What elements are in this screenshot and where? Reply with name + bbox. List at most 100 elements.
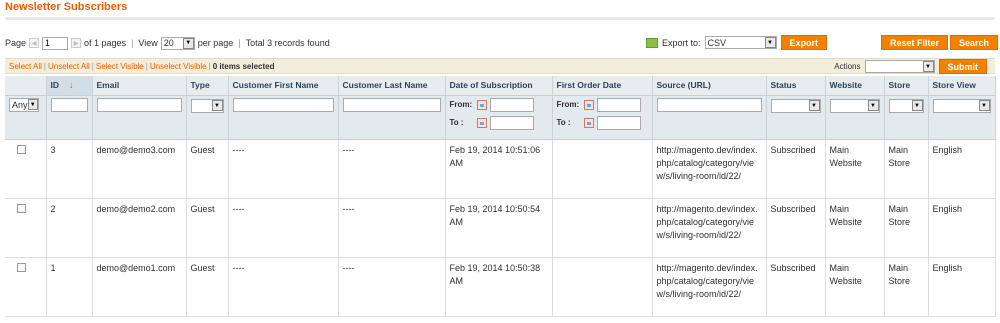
export-format-select[interactable]: CSV ▼: [704, 36, 777, 49]
cell-last-name: ----: [338, 257, 446, 317]
col-source[interactable]: Source (URL): [652, 76, 767, 96]
table-row[interactable]: 1 demo@demo1.com Guest ---- ---- Feb 19,…: [5, 257, 996, 317]
actions-select[interactable]: ▼: [864, 60, 935, 73]
date-to-input[interactable]: [489, 115, 534, 130]
row-checkbox[interactable]: [17, 262, 26, 272]
export-controls: Export to: CSV ▼ Export: [646, 35, 828, 50]
subscribers-grid: ID ↓ Email Type Customer First Name Custo…: [5, 76, 996, 317]
page-number-input[interactable]: [42, 36, 69, 50]
calendar-icon[interactable]: [476, 99, 487, 110]
last-name-filter-input[interactable]: [342, 97, 441, 112]
cell-store: Main Store: [884, 139, 929, 199]
cell-last-name: ----: [338, 198, 446, 258]
row-checkbox[interactable]: [17, 203, 26, 213]
export-button[interactable]: Export: [780, 35, 828, 50]
cell-status: Subscribed: [766, 257, 826, 317]
chevron-down-icon: ▼: [867, 100, 879, 111]
col-store-view[interactable]: Store View: [928, 76, 996, 96]
cell-source: http://magento.dev/index.php/catalog/cat…: [652, 139, 767, 199]
reset-filter-button[interactable]: Reset Filter: [881, 35, 949, 50]
cell-id: 1: [46, 257, 93, 317]
calendar-icon[interactable]: [583, 117, 594, 128]
select-all-link[interactable]: Select All: [9, 62, 42, 71]
cell-email: demo@demo1.com: [92, 257, 187, 317]
col-store[interactable]: Store: [884, 76, 929, 96]
cell-status: Subscribed: [766, 198, 826, 258]
order-to-input[interactable]: [596, 115, 641, 130]
select-visible-link[interactable]: Select Visible: [96, 62, 144, 71]
calendar-icon[interactable]: [476, 117, 487, 128]
date-from-label: From:: [449, 100, 473, 109]
unselect-visible-link[interactable]: Unselect Visible: [150, 62, 207, 71]
cell-type: Guest: [186, 198, 229, 258]
cell-date: Feb 19, 2014 10:51:06 AM: [445, 139, 553, 199]
cell-email: demo@demo3.com: [92, 139, 187, 199]
order-to-label: To :: [556, 118, 571, 127]
unselect-all-link[interactable]: Unselect All: [48, 62, 90, 71]
cell-id: 2: [46, 198, 93, 258]
table-row[interactable]: 3 demo@demo3.com Guest ---- ---- Feb 19,…: [5, 139, 996, 199]
col-first-name[interactable]: Customer First Name: [228, 76, 339, 96]
sort-desc-icon: ↓: [69, 80, 74, 91]
cell-store-view: English: [928, 257, 996, 317]
calendar-icon[interactable]: [583, 99, 594, 110]
chevron-down-icon: ▼: [764, 37, 776, 48]
filter-row: Any ▼ ▼ From: To : From: To : ▼ ▼ ▼ ▼: [5, 95, 996, 140]
table-row[interactable]: 2 demo@demo2.com Guest ---- ---- Feb 19,…: [5, 198, 996, 258]
cell-id: 3: [46, 139, 93, 199]
submit-button[interactable]: Submit: [938, 59, 987, 74]
date-from-input[interactable]: [489, 97, 534, 112]
col-last-name[interactable]: Customer Last Name: [338, 76, 446, 96]
col-email[interactable]: Email: [92, 76, 187, 96]
cell-website: Main Website: [825, 139, 885, 199]
cell-website: Main Website: [825, 198, 885, 258]
status-filter-select[interactable]: ▼: [770, 98, 821, 113]
col-date[interactable]: Date of Subscription: [445, 76, 553, 96]
cell-type: Guest: [186, 139, 229, 199]
export-icon: [646, 37, 658, 48]
title-divider: [5, 17, 995, 20]
cell-email: demo@demo2.com: [92, 198, 187, 258]
order-from-input[interactable]: [596, 97, 641, 112]
chevron-down-icon: ▼: [211, 100, 223, 111]
pager: Page ◀ ▶ of 1 pages | View 20 ▼ per page…: [5, 36, 330, 50]
cell-last-name: ----: [338, 139, 446, 199]
per-page-select[interactable]: 20 ▼: [160, 36, 195, 50]
first-name-filter-input[interactable]: [232, 97, 334, 112]
order-from-label: From:: [556, 100, 580, 109]
prev-page-icon[interactable]: ◀: [29, 38, 40, 48]
col-id[interactable]: ID ↓: [46, 76, 93, 96]
store-filter-select[interactable]: ▼: [888, 98, 924, 113]
col-website[interactable]: Website: [825, 76, 885, 96]
chevron-down-icon: ▼: [808, 100, 820, 111]
store-view-filter-select[interactable]: ▼: [932, 98, 991, 113]
cell-source: http://magento.dev/index.php/catalog/cat…: [652, 257, 767, 317]
col-status[interactable]: Status: [766, 76, 826, 96]
col-select[interactable]: [5, 76, 47, 96]
id-filter-input[interactable]: [50, 97, 88, 112]
col-type[interactable]: Type: [186, 76, 229, 96]
col-first-order[interactable]: First Order Date: [552, 76, 653, 96]
email-filter-input[interactable]: [96, 97, 182, 112]
type-filter-select[interactable]: ▼: [190, 98, 224, 113]
cell-first-order: [552, 198, 653, 258]
cell-type: Guest: [186, 257, 229, 317]
cell-first-name: ----: [228, 139, 339, 199]
export-label: Export to:: [662, 37, 701, 48]
total-records: Total 3 records found: [245, 38, 330, 48]
actions-label: Actions: [834, 62, 861, 71]
website-filter-select[interactable]: ▼: [829, 98, 880, 113]
next-page-icon[interactable]: ▶: [71, 38, 82, 48]
search-button[interactable]: Search: [950, 35, 999, 50]
row-checkbox[interactable]: [17, 144, 26, 154]
cell-store: Main Store: [884, 198, 929, 258]
select-filter[interactable]: Any ▼: [9, 97, 39, 112]
chevron-down-icon: ▼: [922, 61, 934, 72]
source-filter-input[interactable]: [656, 97, 762, 112]
header-row: ID ↓ Email Type Customer First Name Custo…: [5, 76, 996, 96]
cell-date: Feb 19, 2014 10:50:54 AM: [445, 198, 553, 258]
cell-first-order: [552, 139, 653, 199]
view-label: View: [138, 38, 158, 48]
cell-store: Main Store: [884, 257, 929, 317]
cell-first-order: [552, 257, 653, 317]
